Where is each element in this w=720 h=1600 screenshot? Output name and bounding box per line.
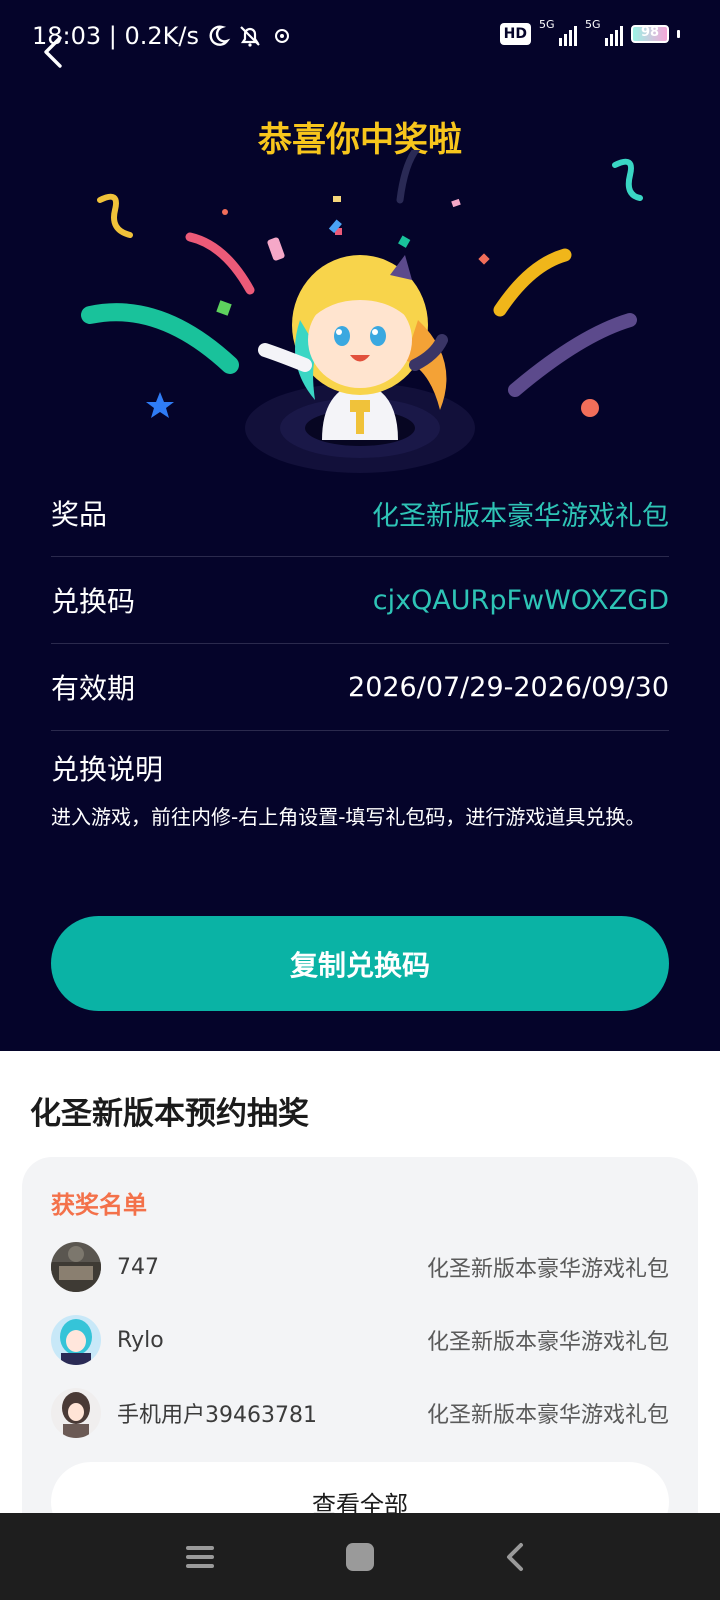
app-notification-icon <box>275 29 290 43</box>
prize-row: 奖品 化圣新版本豪华游戏礼包 <box>51 470 669 557</box>
prize-label: 奖品 <box>51 498 108 531</box>
signal-icon-2: 5G <box>585 18 623 46</box>
menu-icon[interactable] <box>178 1535 222 1579</box>
celebration-illustration <box>81 150 643 473</box>
battery-level: 98 <box>640 25 660 40</box>
moon-icon <box>209 25 231 46</box>
validity-value: 2026/07/29-2026/09/30 <box>348 671 669 703</box>
winner-name: 手机用户39463781 <box>117 1403 317 1428</box>
instructions-title: 兑换说明 <box>51 753 164 786</box>
winners-title: 获奖名单 <box>51 1191 147 1219</box>
validity-label: 有效期 <box>51 672 136 705</box>
winner-prize: 化圣新版本豪华游戏礼包 <box>426 1330 669 1355</box>
prize-value: 化圣新版本豪华游戏礼包 <box>372 500 669 532</box>
back-arrow-icon[interactable] <box>36 34 72 70</box>
winner-name: Rylo <box>117 1327 164 1353</box>
mute-bell-icon <box>240 26 260 47</box>
signal-icon: 5G <box>539 18 577 46</box>
winner-row: Rylo 化圣新版本豪华游戏礼包 <box>51 1314 669 1366</box>
redeem-code-label: 兑换码 <box>51 585 136 618</box>
status-bar: 18:03 | 0.2K/s HD 5G 5G 98 <box>0 0 720 72</box>
hd-badge: HD <box>499 23 531 45</box>
status-right: HD 5G 5G 98 <box>499 18 680 46</box>
instructions-text: 进入游戏，前往内修-右上角设置-填写礼包码，进行游戏道具兑换。 <box>51 805 646 829</box>
avatar <box>51 1315 101 1365</box>
battery-cap <box>677 30 680 38</box>
winner-row: 手机用户39463781 化圣新版本豪华游戏礼包 <box>51 1387 669 1439</box>
winner-name: 747 <box>117 1254 159 1280</box>
winner-prize: 化圣新版本豪华游戏礼包 <box>426 1403 669 1428</box>
validity-row: 有效期 2026/07/29-2026/09/30 <box>51 644 669 731</box>
back-icon[interactable] <box>494 1535 538 1579</box>
battery-icon: 98 <box>631 25 669 43</box>
avatar <box>51 1388 101 1438</box>
network-label-1: 5G <box>539 18 555 31</box>
home-icon[interactable] <box>338 1535 382 1579</box>
prize-info-list: 奖品 化圣新版本豪华游戏礼包 兑换码 cjxQAURpFwWOXZGD 有效期 … <box>51 470 669 731</box>
winner-prize: 化圣新版本豪华游戏礼包 <box>426 1257 669 1282</box>
copy-code-button[interactable]: 复制兑换码 <box>51 916 669 1011</box>
redeem-instructions: 兑换说明 进入游戏，前往内修-右上角设置-填写礼包码，进行游戏道具兑换。 <box>51 745 669 833</box>
system-nav-bar <box>0 1513 720 1600</box>
lottery-title: 化圣新版本预约抽奖 <box>30 1096 309 1132</box>
prize-panel: 18:03 | 0.2K/s HD 5G 5G 98 恭喜你中奖啦 奖品 化圣新… <box>0 0 720 1051</box>
redeem-code-row: 兑换码 cjxQAURpFwWOXZGD <box>51 557 669 644</box>
winner-row: 747 化圣新版本豪华游戏礼包 <box>51 1241 669 1293</box>
page: 18:03 | 0.2K/s HD 5G 5G 98 恭喜你中奖啦 奖品 化圣新… <box>0 0 720 1600</box>
redeem-code-value[interactable]: cjxQAURpFwWOXZGD <box>373 585 669 616</box>
avatar <box>51 1242 101 1292</box>
network-label-2: 5G <box>585 18 601 31</box>
